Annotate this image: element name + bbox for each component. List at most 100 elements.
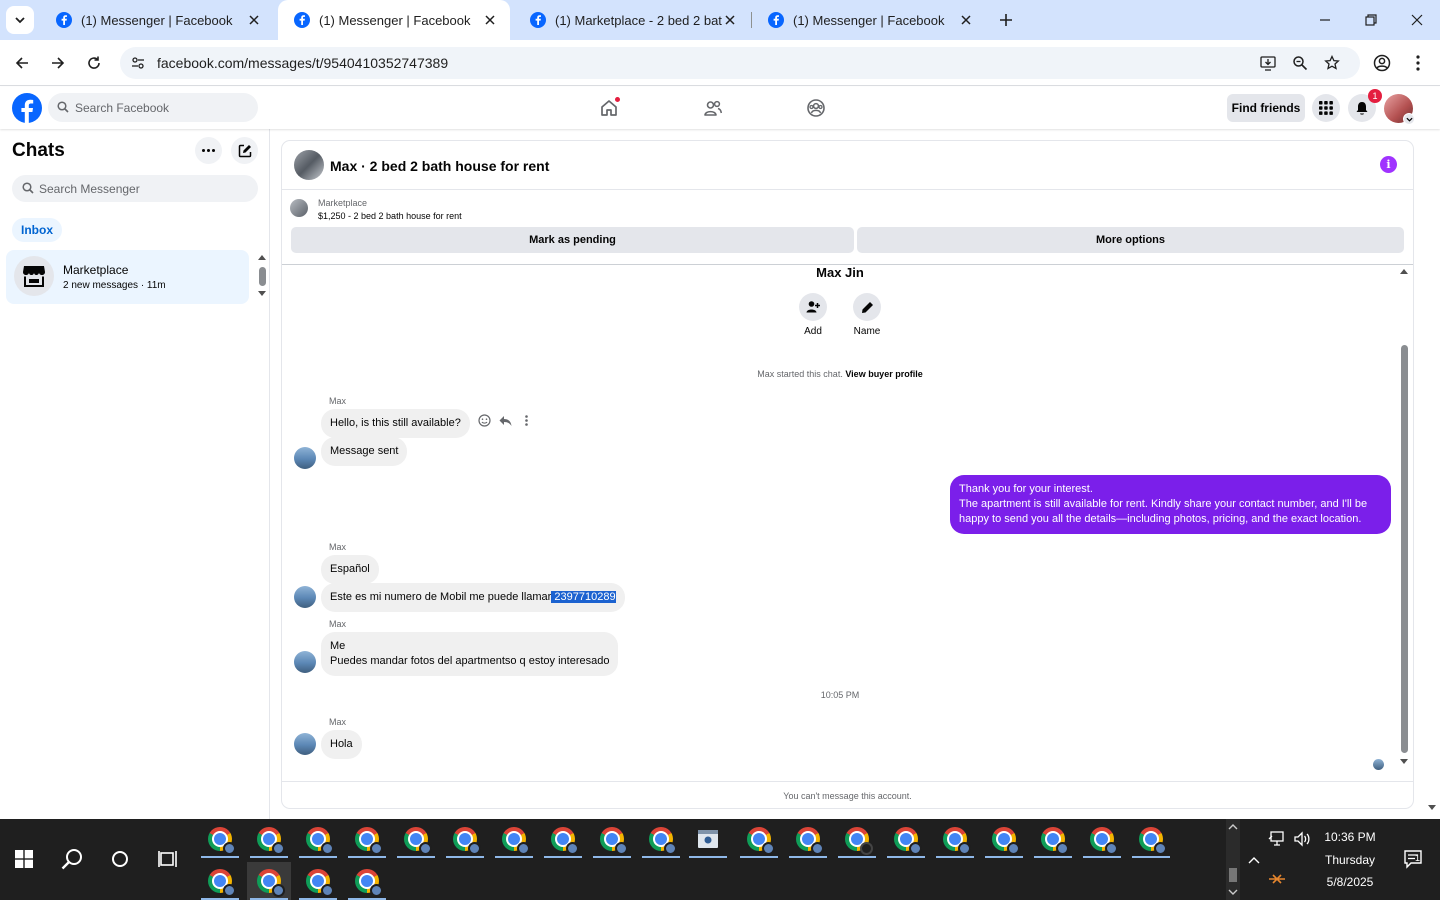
back-button[interactable] [8, 49, 36, 77]
start-button[interactable] [1, 839, 47, 879]
more-options-button[interactable]: More options [857, 227, 1404, 253]
account-chevron[interactable] [1403, 113, 1415, 125]
chrome-taskbar-app[interactable] [198, 862, 242, 900]
incoming-message[interactable]: Hola [321, 730, 362, 759]
inbox-filter-tab[interactable]: Inbox [12, 218, 62, 242]
chrome-taskbar-app[interactable] [443, 820, 487, 858]
restore-button[interactable] [1348, 0, 1394, 40]
chat-list-item[interactable]: Marketplace 2 new messages · 11m [6, 250, 249, 304]
selected-phone-number[interactable]: 2397710289 [551, 591, 616, 603]
sender-avatar[interactable] [294, 447, 316, 469]
reload-button[interactable] [80, 49, 108, 77]
chrome-taskbar-app[interactable] [835, 820, 879, 858]
sender-avatar[interactable] [294, 586, 316, 608]
reply-icon[interactable] [498, 413, 513, 428]
chat-options-button[interactable] [195, 137, 222, 164]
outgoing-message[interactable]: Thank you for your interest. The apartme… [950, 475, 1391, 534]
chrome-taskbar-app[interactable] [394, 820, 438, 858]
clock-day[interactable]: Thursday [1315, 853, 1385, 867]
sender-avatar[interactable] [294, 651, 316, 673]
scroll-up-arrow-icon[interactable] [1399, 267, 1409, 275]
sidebar-scrollbar-thumb[interactable] [259, 267, 266, 286]
react-emoji-icon[interactable] [477, 413, 492, 428]
chrome-taskbar-app-active[interactable] [247, 862, 291, 900]
scroll-down-arrow-icon[interactable] [1399, 758, 1409, 766]
incoming-message[interactable]: Message sent [321, 437, 408, 466]
tab-search-button[interactable] [6, 6, 34, 34]
browser-tab-3[interactable]: (1) Marketplace - 2 bed 2 bath h [514, 0, 750, 40]
mark-as-pending-button[interactable]: Mark as pending [291, 227, 854, 253]
facebook-logo-icon[interactable] [12, 93, 42, 123]
task-view-button[interactable] [145, 839, 191, 879]
thread-scrollbar-thumb[interactable] [1401, 345, 1408, 753]
bookmark-star-icon[interactable] [1322, 53, 1342, 73]
chrome-taskbar-app[interactable] [590, 820, 634, 858]
chrome-taskbar-app[interactable] [345, 862, 389, 900]
generic-taskbar-app[interactable] [686, 820, 730, 858]
view-buyer-profile-link[interactable]: View buyer profile [845, 369, 922, 379]
browser-tab-4[interactable]: (1) Messenger | Facebook [752, 0, 986, 40]
groups-nav-button[interactable] [804, 96, 828, 120]
incoming-message[interactable]: Español [321, 555, 379, 584]
incoming-message[interactable]: Este es mi numero de Mobil me puede llam… [321, 583, 625, 612]
chrome-taskbar-app[interactable] [639, 820, 683, 858]
browser-tab-1[interactable]: (1) Messenger | Facebook [40, 0, 274, 40]
close-window-button[interactable] [1394, 0, 1440, 40]
close-tab-icon[interactable] [482, 12, 498, 28]
sender-avatar[interactable] [294, 733, 316, 755]
cortana-button[interactable] [97, 839, 143, 879]
close-tab-icon[interactable] [722, 12, 738, 28]
page-scroll-down-arrow-icon[interactable] [1427, 804, 1437, 812]
incoming-message[interactable]: Me Puedes mandar fotos del apartmentso q… [321, 632, 619, 676]
new-tab-button[interactable] [995, 9, 1017, 31]
chrome-taskbar-app[interactable] [1031, 820, 1075, 858]
volume-tray-icon[interactable] [1287, 819, 1317, 859]
forward-button[interactable] [44, 49, 72, 77]
site-settings-icon[interactable] [128, 53, 148, 73]
info-icon[interactable]: i [1380, 156, 1397, 173]
search-taskbar-button[interactable] [49, 839, 95, 879]
facebook-search-input[interactable]: Search Facebook [48, 93, 258, 122]
scroll-up-arrow-icon[interactable] [257, 253, 267, 261]
chrome-taskbar-app[interactable] [1080, 820, 1124, 858]
listing-description[interactable]: $1,250 - 2 bed 2 bath house for rent [318, 211, 462, 221]
action-center-button[interactable]: 1 [1390, 839, 1436, 879]
address-bar[interactable]: facebook.com/messages/t/9540410352747389 [120, 47, 1360, 79]
menu-button[interactable] [1312, 94, 1340, 122]
add-friend-button[interactable]: Add [793, 293, 833, 337]
chrome-taskbar-app[interactable] [541, 820, 585, 858]
chrome-taskbar-app[interactable] [296, 820, 340, 858]
edit-name-button[interactable]: Name [847, 293, 887, 337]
conversation-avatar[interactable] [294, 150, 324, 180]
app-tray-icon[interactable] [1262, 859, 1292, 899]
chrome-taskbar-app[interactable] [345, 820, 389, 858]
chrome-taskbar-app[interactable] [296, 862, 340, 900]
close-tab-icon[interactable] [246, 12, 262, 28]
close-tab-icon[interactable] [958, 12, 974, 28]
chrome-taskbar-app[interactable] [933, 820, 977, 858]
minimize-button[interactable] [1302, 0, 1348, 40]
messenger-search-input[interactable]: Search Messenger [12, 175, 258, 202]
incoming-message[interactable]: Hello, is this still available? [321, 409, 470, 438]
chrome-taskbar-app[interactable] [1129, 820, 1173, 858]
clock-date[interactable]: 5/8/2025 [1315, 875, 1385, 889]
chrome-taskbar-app[interactable] [982, 820, 1026, 858]
chrome-taskbar-app[interactable] [884, 820, 928, 858]
zoom-icon[interactable] [1290, 53, 1310, 73]
browser-menu-button[interactable] [1404, 49, 1432, 77]
new-message-button[interactable] [231, 137, 258, 164]
chrome-taskbar-app[interactable] [737, 820, 781, 858]
chrome-taskbar-app[interactable] [198, 820, 242, 858]
friends-nav-button[interactable] [701, 96, 725, 120]
clock-time[interactable]: 10:36 PM [1315, 830, 1385, 844]
chrome-taskbar-app[interactable] [247, 820, 291, 858]
scroll-down-arrow-icon[interactable] [257, 290, 267, 298]
install-app-icon[interactable] [1258, 53, 1278, 73]
chrome-taskbar-app[interactable] [786, 820, 830, 858]
browser-tab-2[interactable]: (1) Messenger | Facebook [278, 0, 510, 40]
conversation-title[interactable]: Max · 2 bed 2 bath house for rent [330, 158, 549, 174]
more-vertical-icon[interactable] [519, 413, 534, 428]
chrome-taskbar-app[interactable] [492, 820, 536, 858]
listing-thumbnail[interactable] [290, 199, 308, 217]
find-friends-button[interactable]: Find friends [1227, 94, 1305, 122]
